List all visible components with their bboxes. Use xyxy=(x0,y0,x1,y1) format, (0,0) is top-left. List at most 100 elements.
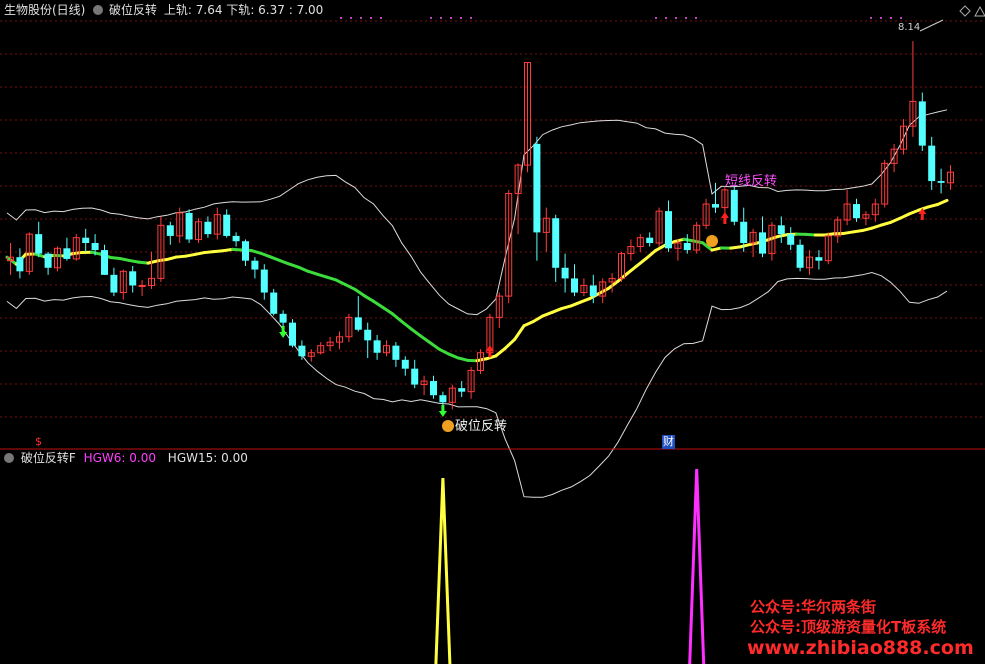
mid-segment xyxy=(437,347,451,356)
candle-body-down xyxy=(430,381,437,396)
candle-body-down xyxy=(683,243,691,251)
candle-body-down xyxy=(166,225,174,236)
sub-header: 破位反转F HGW6: 0.00 HGW15: 0.00 xyxy=(4,451,248,465)
candle-body-down xyxy=(411,368,419,385)
mid-segment xyxy=(409,327,423,338)
hgw15-value: 0.00 xyxy=(221,451,248,465)
mid-segment xyxy=(569,300,582,308)
candle-body-down xyxy=(777,225,785,235)
candle-body-down xyxy=(16,257,24,272)
mid-segment xyxy=(494,346,507,358)
main-header: 生物股份(日线) 破位反转 上轨: 7.64 下轨: 6.37 : 7.00 xyxy=(4,3,324,17)
mid-segment xyxy=(334,278,347,287)
candle-body-down xyxy=(392,345,400,360)
marker-dot xyxy=(370,17,372,19)
candle-body-down xyxy=(101,250,108,275)
candle-body-down xyxy=(928,145,936,182)
candle-body-down xyxy=(730,189,738,222)
marker-dot xyxy=(655,17,657,19)
mid-segment xyxy=(400,319,413,331)
candle-body-down xyxy=(646,237,654,243)
candle-body-down xyxy=(63,248,71,259)
triangle-icon[interactable] xyxy=(974,5,985,17)
candle-body-down xyxy=(853,204,860,219)
kline-chart[interactable] xyxy=(0,0,985,664)
marker-dot xyxy=(675,17,677,19)
marker-dot xyxy=(470,17,472,19)
mid-segment xyxy=(597,286,611,295)
lower-value: 6.37 xyxy=(258,3,285,17)
watermark-line-2: 公众号:顶级游资量化T板系统 xyxy=(750,618,947,636)
candle-body-down xyxy=(796,244,804,268)
marker-dot xyxy=(350,17,352,19)
candle-body-down xyxy=(533,143,541,233)
upper-label: 上轨 xyxy=(163,3,188,17)
mid-segment xyxy=(907,208,921,216)
coin-icon xyxy=(442,420,454,432)
indicator-name: 破位反转 xyxy=(109,3,158,17)
mid-segment xyxy=(428,341,441,351)
candle-body-down xyxy=(251,260,259,270)
marker-dot xyxy=(340,17,342,19)
mid-segment xyxy=(353,287,366,298)
candle-body-up xyxy=(138,284,146,287)
buy-arrow-icon xyxy=(720,212,729,224)
collapse-icon[interactable] xyxy=(93,5,104,15)
diamond-icon[interactable] xyxy=(959,5,971,17)
marker-dot xyxy=(880,17,882,19)
candle-body-down xyxy=(364,329,372,341)
candle-body-down xyxy=(918,101,926,146)
mid-segment xyxy=(259,251,272,259)
mid-segment xyxy=(296,265,310,273)
marker-dot xyxy=(870,17,872,19)
mid-segment xyxy=(531,314,545,323)
finance-marker: 财 xyxy=(662,435,675,449)
collapse-icon[interactable] xyxy=(4,453,14,463)
window-corner-controls[interactable] xyxy=(959,5,985,17)
hgw6-spike xyxy=(434,477,452,664)
candle-body-down xyxy=(260,269,268,293)
candle-body-down xyxy=(354,317,362,330)
candle-body-down xyxy=(242,241,249,261)
marker-dot xyxy=(695,17,697,19)
candle-body-down xyxy=(279,313,287,323)
break-reversal-label: 破位反转 xyxy=(455,419,508,434)
watermark-line-1: 公众号:华尔两条街 xyxy=(750,598,876,616)
mid-segment xyxy=(541,310,554,318)
candle-body-down xyxy=(759,232,766,254)
candle-body-down xyxy=(401,359,409,369)
coin-icon xyxy=(706,235,718,247)
hgw6-value: 0.00 xyxy=(129,451,156,465)
candle-body-down xyxy=(815,257,823,261)
candle-body-down xyxy=(35,234,43,254)
candle-body-down xyxy=(289,322,296,346)
candle-body-down xyxy=(129,271,137,286)
candlesticks xyxy=(7,41,954,410)
mid-segment xyxy=(268,255,282,262)
mid-segment xyxy=(381,306,394,316)
candle-body-down xyxy=(552,218,560,268)
lower-label: 下轨 xyxy=(226,3,251,17)
mid-segment xyxy=(936,198,949,207)
sell-arrow-icon xyxy=(438,405,447,417)
marker-dot xyxy=(360,17,362,19)
marker-dot xyxy=(440,17,442,19)
sell-arrow-icon xyxy=(279,326,288,338)
mid-segment xyxy=(372,299,385,310)
mid-segment xyxy=(278,258,291,266)
candle-body-down xyxy=(110,274,118,293)
mid-segment xyxy=(513,324,526,341)
candle-body-down xyxy=(204,221,212,235)
mid-segment xyxy=(635,256,648,268)
signal-markers xyxy=(279,19,944,432)
marker-dot xyxy=(890,17,892,19)
marker-dot xyxy=(665,17,667,19)
mid-segment xyxy=(447,352,460,360)
mid-segment xyxy=(419,334,432,345)
mid-segment xyxy=(578,297,592,304)
hgw15-spike xyxy=(688,468,706,664)
candle-body-down xyxy=(571,278,578,293)
candle-body-down xyxy=(589,285,597,297)
upper-value: 7.64 xyxy=(195,3,223,17)
marker-dot xyxy=(460,17,462,19)
